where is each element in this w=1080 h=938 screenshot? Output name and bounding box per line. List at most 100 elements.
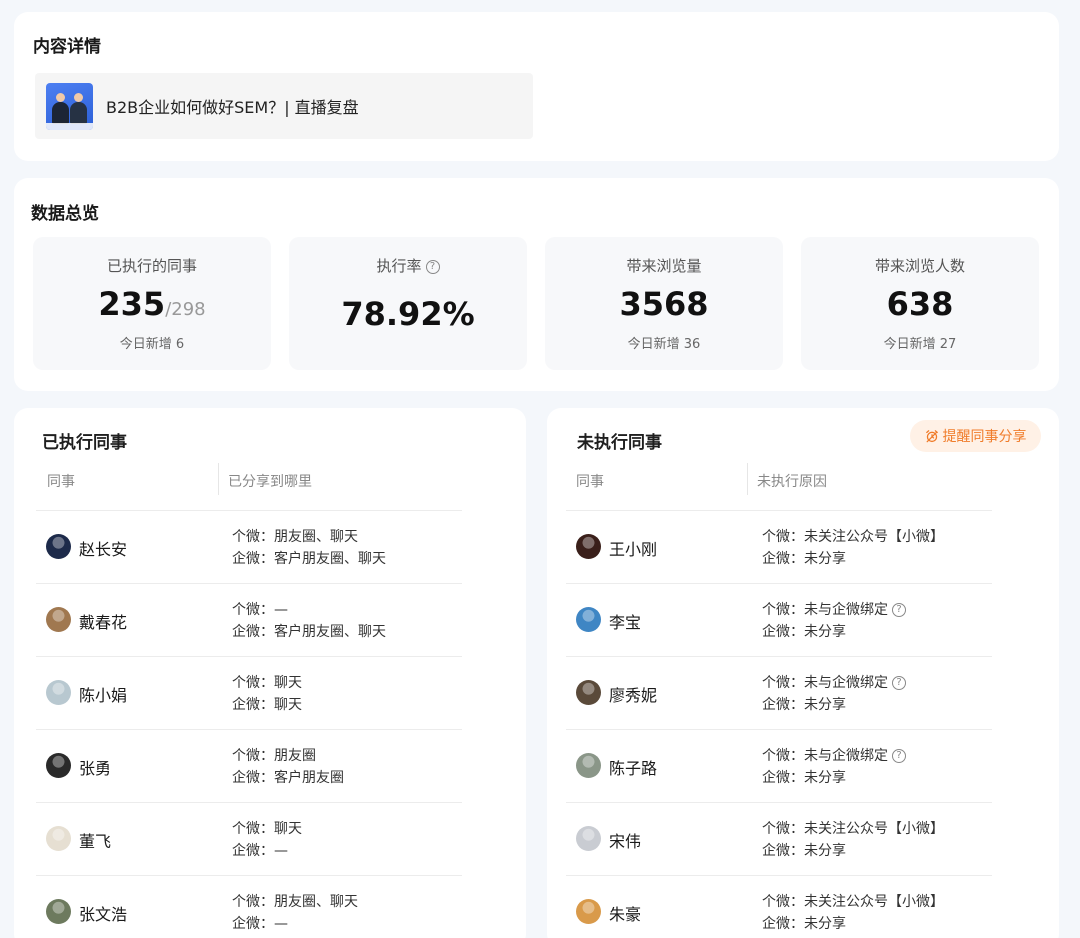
- detail-line-work-wechat: 企微：—: [232, 916, 288, 932]
- avatar: [46, 899, 71, 924]
- remind-button-label: 提醒同事分享: [942, 429, 1027, 445]
- avatar: [576, 753, 601, 778]
- not-executed-title: 未执行同事: [577, 433, 662, 453]
- column-header-shared-to: 已分享到哪里: [228, 474, 312, 490]
- avatar: [576, 607, 601, 632]
- table-row: 李宝 个微：未与企微绑定? 企微：未分享: [566, 583, 992, 656]
- stat-today-new: 今日新增 36: [627, 337, 701, 352]
- table-row: 陈子路 个微：未与企微绑定? 企微：未分享: [566, 729, 992, 802]
- avatar: [576, 534, 601, 559]
- detail-line-work-wechat: 企微：未分享: [762, 697, 846, 713]
- help-icon[interactable]: ?: [892, 749, 906, 763]
- detail-line-personal-wechat: 个微：聊天: [232, 675, 302, 691]
- colleague-name: 董飞: [79, 832, 112, 851]
- column-divider: [218, 463, 219, 495]
- colleague-name: 张勇: [79, 759, 112, 778]
- stat-value: 3568: [619, 285, 709, 323]
- colleague-name: 陈小娟: [79, 686, 128, 705]
- content-item-title: B2B企业如何做好SEM？| 直播复盘: [106, 98, 359, 117]
- row-detail: 个微：— 企微：客户朋友圈、聊天: [232, 599, 386, 643]
- detail-line-personal-wechat: 个微：朋友圈、聊天: [232, 894, 358, 910]
- row-detail: 个微：未与企微绑定? 企微：未分享: [762, 745, 906, 789]
- row-detail: 个微：未关注公众号【小微】 企微：未分享: [762, 526, 944, 570]
- detail-line-work-wechat: 企微：未分享: [762, 551, 846, 567]
- table-row: 张勇 个微：朋友圈企微：客户朋友圈: [36, 729, 462, 802]
- detail-line-personal-wechat: 个微：未关注公众号【小微】: [762, 529, 944, 545]
- row-detail: 个微：未关注公众号【小微】 企微：未分享: [762, 891, 944, 935]
- table-row: 赵长安 个微：朋友圈、聊天企微：客户朋友圈、聊天: [36, 510, 462, 583]
- detail-line-work-wechat: 企微：客户朋友圈: [232, 770, 344, 786]
- detail-line-personal-wechat: 个微：—: [232, 602, 288, 618]
- stat-today-new: 今日新增 27: [883, 337, 957, 352]
- row-detail: 个微：聊天企微：—: [232, 818, 302, 862]
- detail-line-personal-wechat: 个微：未关注公众号【小微】: [762, 894, 944, 910]
- column-header-colleague: 同事: [47, 474, 75, 490]
- row-detail: 个微：未关注公众号【小微】 企微：未分享: [762, 818, 944, 862]
- avatar: [46, 680, 71, 705]
- stat-value: 235/298: [98, 285, 206, 323]
- stat-page-views: 带来浏览量 3568 今日新增 36: [545, 237, 783, 370]
- detail-line-personal-wechat: 个微：聊天: [232, 821, 302, 837]
- table-row: 宋伟 个微：未关注公众号【小微】 企微：未分享: [566, 802, 992, 875]
- colleague-name: 宋伟: [609, 832, 642, 851]
- colleague-name: 廖秀妮: [609, 686, 658, 705]
- row-detail: 个微：朋友圈、聊天 企微：—: [232, 891, 358, 935]
- help-icon[interactable]: ?: [425, 259, 440, 274]
- colleague-name: 赵长安: [79, 540, 128, 559]
- not-executed-list: 王小刚 个微：未关注公众号【小微】 企微：未分享 李宝 个微：未与企微绑定? 企微：未分享…: [566, 510, 992, 938]
- table-row: 朱豪 个微：未关注公众号【小微】 企微：未分享: [566, 875, 992, 938]
- column-divider: [747, 463, 748, 495]
- stat-today-new: 今日新增 6: [119, 337, 185, 352]
- avatar: [576, 899, 601, 924]
- stat-label: 已执行的同事: [106, 257, 197, 275]
- stat-label: 执行率?: [289, 255, 527, 276]
- stat-value: 638: [886, 285, 954, 323]
- detail-line-work-wechat: 企微：未分享: [762, 843, 846, 859]
- content-thumbnail: [46, 82, 93, 130]
- table-row: 戴春花 个微：— 企微：客户朋友圈、聊天: [36, 583, 462, 656]
- stat-total: /298: [165, 299, 206, 320]
- table-row: 廖秀妮 个微：未与企微绑定? 企微：未分享: [566, 656, 992, 729]
- help-icon[interactable]: ?: [892, 603, 906, 617]
- stat-label: 带来浏览量: [626, 257, 702, 275]
- detail-line-personal-wechat: 个微：未与企微绑定?: [762, 599, 906, 621]
- remind-colleagues-button[interactable]: 提醒同事分享: [910, 420, 1041, 452]
- avatar: [46, 534, 71, 559]
- detail-line-work-wechat: 企微：聊天: [232, 697, 302, 713]
- colleague-name: 张文浩: [79, 905, 128, 924]
- not-executed-colleagues-card: 未执行同事 提醒同事分享 同事 未执行原因 王小刚 个微：未关注公众号【小微】 企微…: [547, 408, 1059, 938]
- detail-line-personal-wechat: 个微：朋友圈: [232, 748, 316, 764]
- avatar: [576, 680, 601, 705]
- executed-title: 已执行同事: [42, 433, 127, 453]
- detail-line-personal-wechat: 个微：未与企微绑定?: [762, 745, 906, 767]
- stat-unique-visitors: 带来浏览人数 638 今日新增 27: [801, 237, 1039, 370]
- column-header-colleague: 同事: [576, 474, 604, 490]
- table-row: 陈小娟 个微：聊天企微：聊天: [36, 656, 462, 729]
- content-details-card: 内容详情 B2B企业如何做好SEM？| 直播复盘: [14, 12, 1059, 161]
- avatar: [46, 607, 71, 632]
- row-detail: 个微：未与企微绑定? 企微：未分享: [762, 599, 906, 643]
- row-detail: 个微：未与企微绑定? 企微：未分享: [762, 672, 906, 716]
- avatar: [46, 826, 71, 851]
- detail-line-work-wechat: 企微：客户朋友圈、聊天: [232, 551, 386, 567]
- detail-line-work-wechat: 企微：未分享: [762, 624, 846, 640]
- colleague-name: 王小刚: [609, 540, 658, 559]
- stat-value: 78.92%: [341, 295, 475, 333]
- data-overview-title: 数据总览: [31, 204, 99, 224]
- executed-colleagues-card: 已执行同事 同事 已分享到哪里 赵长安 个微：朋友圈、聊天 企微：客户朋友圈、聊天戴…: [14, 408, 526, 938]
- help-icon[interactable]: ?: [892, 676, 906, 690]
- detail-line-work-wechat: 企微：未分享: [762, 770, 846, 786]
- colleague-name: 朱豪: [609, 905, 642, 924]
- alarm-clock-icon: [925, 430, 938, 443]
- detail-line-personal-wechat: 个微：朋友圈、聊天: [232, 529, 358, 545]
- detail-line-work-wechat: 企微：未分享: [762, 916, 846, 932]
- colleague-name: 戴春花: [79, 613, 128, 632]
- colleague-name: 李宝: [609, 613, 642, 632]
- detail-line-work-wechat: 企微：—: [232, 843, 288, 859]
- content-details-title: 内容详情: [33, 37, 101, 57]
- data-overview-card: 数据总览 已执行的同事 235/298 今日新增 6 执行率? 78.92% 带…: [14, 178, 1059, 391]
- content-item[interactable]: B2B企业如何做好SEM？| 直播复盘: [35, 73, 533, 139]
- stat-executed-colleagues: 已执行的同事 235/298 今日新增 6: [33, 237, 271, 370]
- avatar: [46, 753, 71, 778]
- detail-line-personal-wechat: 个微：未关注公众号【小微】: [762, 821, 944, 837]
